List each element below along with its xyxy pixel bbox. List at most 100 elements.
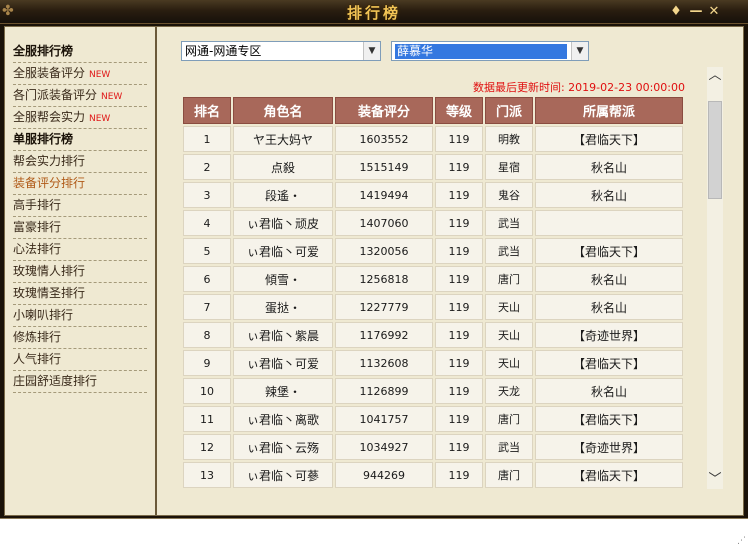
rank-cell: 9: [183, 350, 231, 376]
name-cell: ヤ王大妈ヤ: [233, 126, 333, 152]
resize-grip-icon[interactable]: ⋰: [737, 536, 746, 546]
level-cell: 119: [435, 406, 483, 432]
guild-cell: 秋名山: [535, 378, 683, 404]
table-row[interactable]: 13 ぃ君临丶可蔘 944269 119 唐门 【君临天下】: [183, 462, 683, 488]
score-cell: 1132608: [335, 350, 433, 376]
pin-button[interactable]: ♦: [668, 4, 684, 20]
rank-cell: 2: [183, 154, 231, 180]
name-cell: 辣堡・: [233, 378, 333, 404]
score-cell: 1515149: [335, 154, 433, 180]
sidebar-item[interactable]: 帮会实力排行: [13, 151, 147, 173]
sect-cell: 天山: [485, 322, 533, 348]
guild-cell: 【君临天下】: [535, 406, 683, 432]
table-row[interactable]: 11 ぃ君临丶离歌 1041757 119 唐门 【君临天下】: [183, 406, 683, 432]
score-cell: 1034927: [335, 434, 433, 460]
column-header[interactable]: 排名: [183, 97, 231, 124]
level-cell: 119: [435, 238, 483, 264]
status-bar: ⋰: [0, 518, 748, 548]
sidebar-item-label: 装备评分排行: [13, 176, 86, 190]
table-row[interactable]: 12 ぃ君临丶云殇 1034927 119 武当 【奇迹世界】: [183, 434, 683, 460]
guild-cell: 【奇迹世界】: [535, 434, 683, 460]
minimize-button[interactable]: —: [688, 4, 704, 20]
sidebar-item[interactable]: 玫瑰情圣排行: [13, 283, 147, 305]
guild-cell: 【君临天下】: [535, 350, 683, 376]
sidebar-item[interactable]: 修炼排行: [13, 327, 147, 349]
sidebar-item[interactable]: 庄园舒适度排行: [13, 371, 147, 393]
sidebar-item[interactable]: 装备评分排行: [13, 173, 147, 195]
name-cell: ぃ君临丶可爱: [233, 350, 333, 376]
guild-cell: 秋名山: [535, 182, 683, 208]
score-cell: 1419494: [335, 182, 433, 208]
rank-cell: 13: [183, 462, 231, 488]
table-row[interactable]: 7 蛋挞・ 1227779 119 天山 秋名山: [183, 294, 683, 320]
new-badge: NEW: [89, 114, 111, 124]
scroll-up-icon[interactable]: ︿: [707, 67, 723, 85]
main-panel: 网通-网通专区 ▼ 薛慕华 ▼ 数据最后更新时间: 2019-02-23 00:…: [161, 27, 743, 515]
name-cell: ぃ君临丶云殇: [233, 434, 333, 460]
sidebar-item[interactable]: 富豪排行: [13, 217, 147, 239]
column-header[interactable]: 角色名: [233, 97, 333, 124]
table-row[interactable]: 3 段遙・ 1419494 119 鬼谷 秋名山: [183, 182, 683, 208]
title-bar[interactable]: ✤ 排行榜 ♦ — ✕: [0, 0, 748, 24]
table-row[interactable]: 4 ぃ君临丶顽皮 1407060 119 武当: [183, 210, 683, 236]
rank-cell: 1: [183, 126, 231, 152]
sidebar-item[interactable]: 全服帮会实力 NEW: [13, 107, 147, 129]
guild-cell: 【君临天下】: [535, 462, 683, 488]
guild-cell: 【奇迹世界】: [535, 322, 683, 348]
column-header[interactable]: 装备评分: [335, 97, 433, 124]
name-cell: ぃ君临丶顽皮: [233, 210, 333, 236]
close-button[interactable]: ✕: [706, 4, 722, 20]
column-header[interactable]: 门派: [485, 97, 533, 124]
level-cell: 119: [435, 378, 483, 404]
new-badge: NEW: [89, 70, 111, 80]
sidebar: 全服排行榜 全服装备评分 NEW 各门派装备评分 NEW 全服帮会实力 NEW 单服排行榜 帮会…: [5, 27, 157, 515]
table-row[interactable]: 8 ぃ君临丶紫晨 1176992 119 天山 【奇迹世界】: [183, 322, 683, 348]
table-row[interactable]: 10 辣堡・ 1126899 119 天龙 秋名山: [183, 378, 683, 404]
column-header[interactable]: 等级: [435, 97, 483, 124]
chevron-down-icon[interactable]: ▼: [363, 42, 380, 60]
server-select[interactable]: 网通-网通专区 ▼: [181, 41, 381, 61]
column-header[interactable]: 所属帮派: [535, 97, 683, 124]
update-time-label: 数据最后更新时间: 2019-02-23 00:00:00: [472, 81, 685, 94]
sidebar-item-label: 单服排行榜: [13, 132, 74, 146]
player-select[interactable]: 薛慕华 ▼: [391, 41, 589, 61]
name-cell: 傾雪・: [233, 266, 333, 292]
sidebar-item[interactable]: 全服装备评分 NEW: [13, 63, 147, 85]
table-row[interactable]: 1 ヤ王大妈ヤ 1603552 119 明教 【君临天下】: [183, 126, 683, 152]
table-row[interactable]: 6 傾雪・ 1256818 119 唐门 秋名山: [183, 266, 683, 292]
sect-cell: 武当: [485, 210, 533, 236]
scroll-down-icon[interactable]: ﹀: [707, 471, 723, 489]
ranking-window: ✤ 排行榜 ♦ — ✕ 全服排行榜 全服装备评分 NEW 各门派装备评分 NEW 全服帮会…: [0, 0, 748, 548]
score-cell: 1176992: [335, 322, 433, 348]
sidebar-item[interactable]: 玫瑰情人排行: [13, 261, 147, 283]
level-cell: 119: [435, 182, 483, 208]
sidebar-item[interactable]: 心法排行: [13, 239, 147, 261]
ranking-table-container: 排名 角色名 装备评分 等级 门派 所属帮派 1 ヤ王大妈ヤ 1603552 119 明教 【君临天…: [183, 97, 683, 489]
ranking-table: 排名 角色名 装备评分 等级 门派 所属帮派 1 ヤ王大妈ヤ 1603552 119 明教 【君临天…: [183, 97, 683, 489]
table-row[interactable]: 5 ぃ君临丶可爱 1320056 119 武当 【君临天下】: [183, 238, 683, 264]
table-body: 1 ヤ王大妈ヤ 1603552 119 明教 【君临天下】 2 点殺 1515149 119 星宿秋…: [183, 126, 683, 488]
content-area: 全服排行榜 全服装备评分 NEW 各门派装备评分 NEW 全服帮会实力 NEW 单服排行榜 帮会…: [4, 26, 744, 516]
sidebar-item-label: 小喇叭排行: [13, 308, 74, 322]
sidebar-item-label: 全服帮会实力: [13, 110, 86, 124]
sect-cell: 天龙: [485, 378, 533, 404]
score-cell: 1041757: [335, 406, 433, 432]
table-row[interactable]: 2 点殺 1515149 119 星宿 秋名山: [183, 154, 683, 180]
sidebar-item-label: 帮会实力排行: [13, 154, 86, 168]
name-cell: ぃ君临丶紫晨: [233, 322, 333, 348]
sidebar-section-header: 全服排行榜: [13, 41, 147, 63]
name-cell: ぃ君临丶可爱: [233, 238, 333, 264]
vertical-scrollbar[interactable]: ︿ ﹀: [707, 67, 723, 489]
table-row[interactable]: 9 ぃ君临丶可爱 1132608 119 天山 【君临天下】: [183, 350, 683, 376]
name-cell: ぃ君临丶可蔘: [233, 462, 333, 488]
scroll-thumb[interactable]: [708, 101, 722, 199]
level-cell: 119: [435, 462, 483, 488]
window-title: 排行榜: [346, 4, 401, 22]
sidebar-item[interactable]: 各门派装备评分 NEW: [13, 85, 147, 107]
sidebar-item[interactable]: 小喇叭排行: [13, 305, 147, 327]
guild-cell: 秋名山: [535, 266, 683, 292]
chevron-down-icon[interactable]: ▼: [571, 42, 588, 60]
score-cell: 1320056: [335, 238, 433, 264]
sidebar-item[interactable]: 高手排行: [13, 195, 147, 217]
sidebar-item[interactable]: 人气排行: [13, 349, 147, 371]
